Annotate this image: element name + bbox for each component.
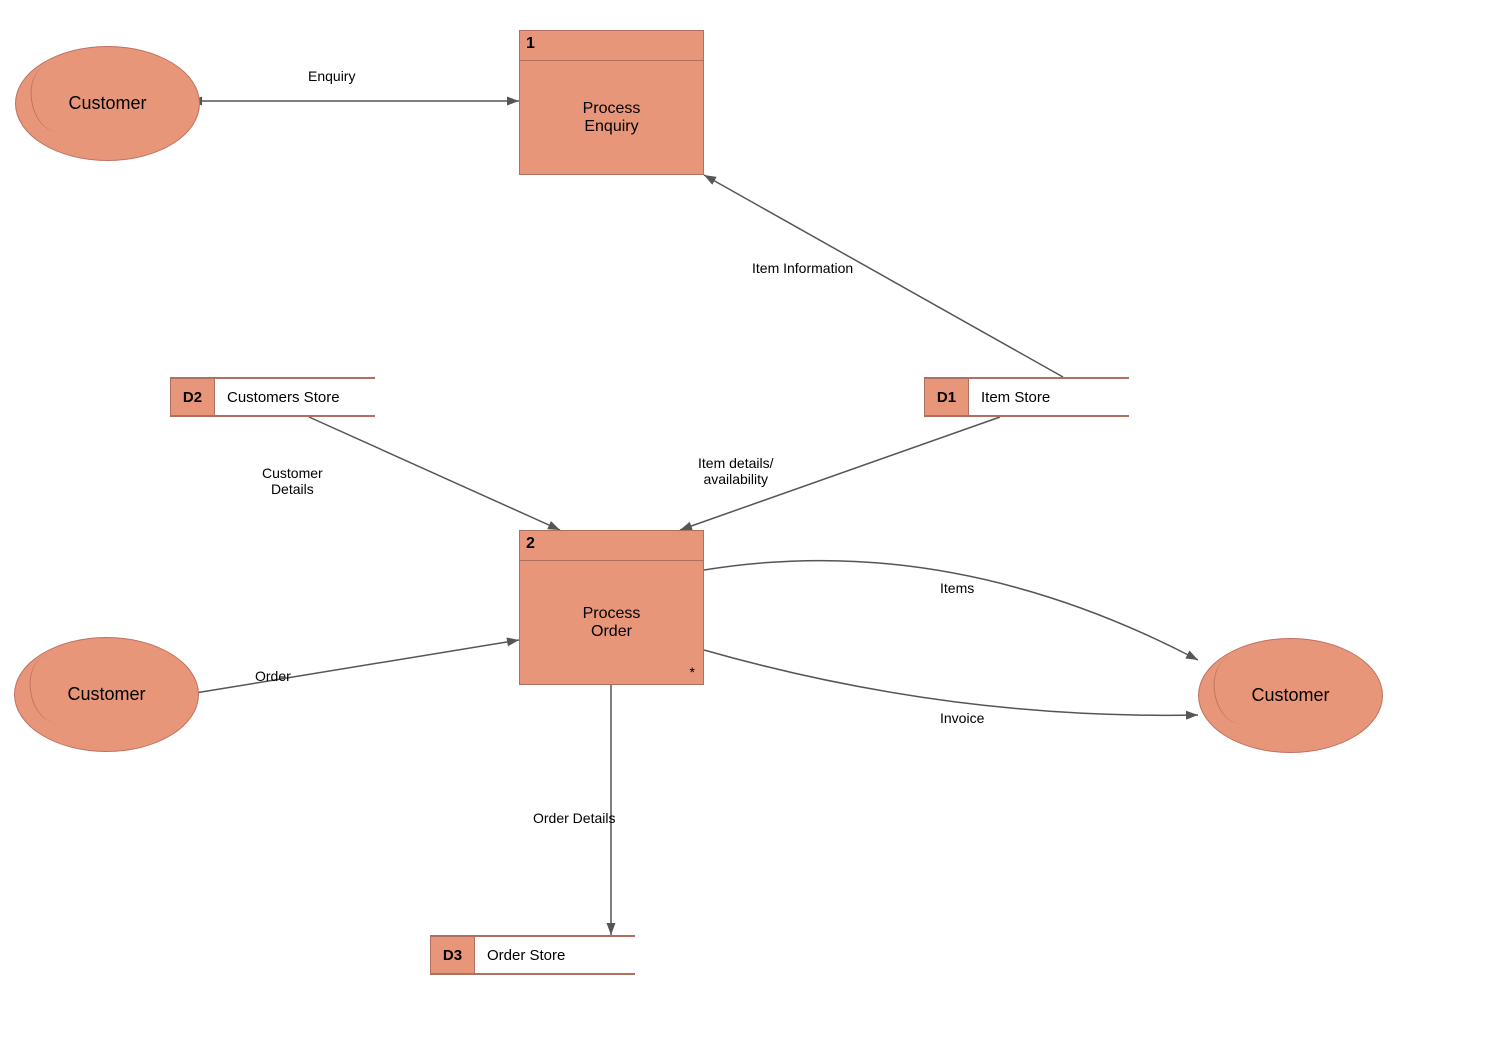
customer2-entity: Customer	[14, 637, 199, 752]
d2-id: D2	[170, 378, 215, 416]
flow-customer-details: CustomerDetails	[262, 465, 323, 497]
diagram-container: Process1 (bidirectional) --> Customer 1 …	[0, 0, 1500, 1055]
flow-order: Order	[255, 668, 291, 684]
customer3-entity: Customer	[1198, 638, 1383, 753]
datastore-d1: D1 Item Store	[924, 377, 1129, 417]
process1-label: ProcessEnquiry	[520, 61, 703, 174]
process2-number: 2	[520, 531, 703, 561]
flow-items: Items	[940, 580, 974, 596]
process2-label: ProcessOrder *	[520, 561, 703, 684]
datastore-d2: D2 Customers Store	[170, 377, 375, 417]
datastore-d3: D3 Order Store	[430, 935, 635, 975]
flow-invoice: Invoice	[940, 710, 984, 726]
process-enquiry-box: 1 ProcessEnquiry	[519, 30, 704, 175]
d1-name: Item Store	[969, 378, 1129, 416]
flow-enquiry: Enquiry	[308, 68, 355, 84]
customer3-label: Customer	[1251, 685, 1329, 706]
flow-order-details: Order Details	[533, 810, 615, 826]
process-order-box: 2 ProcessOrder *	[519, 530, 704, 685]
customer2-label: Customer	[67, 684, 145, 705]
flow-item-details: Item details/availability	[698, 455, 773, 487]
d1-id: D1	[924, 378, 969, 416]
arrows-svg: Process1 (bidirectional) -->	[0, 0, 1500, 1055]
d3-id: D3	[430, 936, 475, 974]
flow-item-information: Item Information	[752, 260, 853, 276]
customer1-entity: Customer	[15, 46, 200, 161]
process1-number: 1	[520, 31, 703, 61]
d3-name: Order Store	[475, 936, 635, 974]
customer1-label: Customer	[68, 93, 146, 114]
d2-name: Customers Store	[215, 378, 375, 416]
